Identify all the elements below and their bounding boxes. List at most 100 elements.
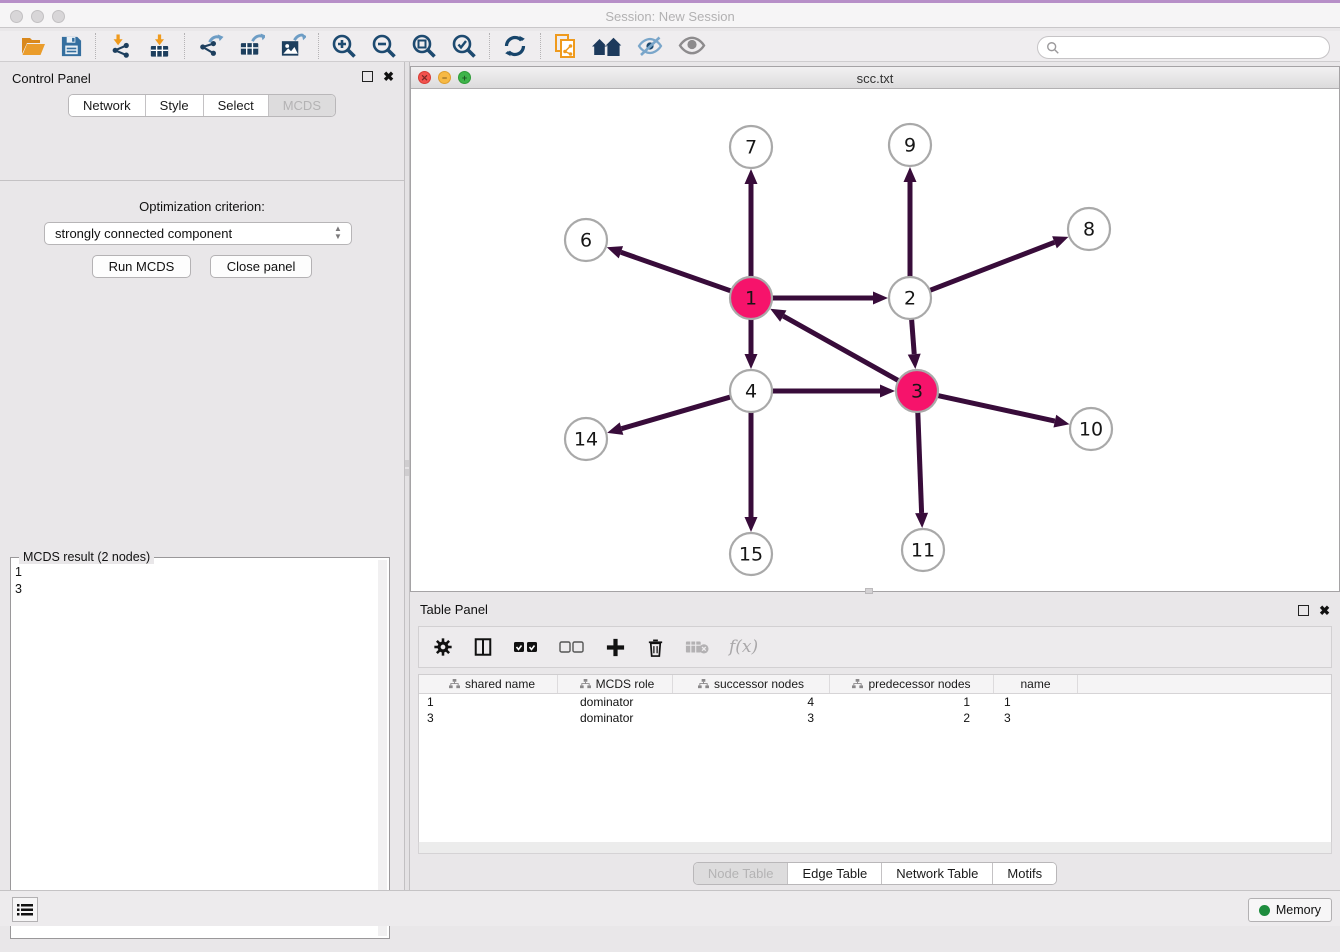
graph-node-14[interactable]: 14	[565, 418, 607, 460]
duplicate-network-icon[interactable]	[553, 33, 577, 59]
import-network-icon[interactable]	[108, 33, 133, 59]
result-scrollbar[interactable]	[378, 560, 387, 936]
network-graph: 7 9 6 8 1 2 4 3 14 10 15 11	[411, 89, 1339, 591]
export-table-icon[interactable]	[238, 33, 265, 59]
float-table-panel-icon[interactable]	[1298, 605, 1309, 616]
edge-4-3[interactable]	[770, 385, 895, 398]
save-session-icon[interactable]	[60, 35, 83, 58]
close-panel-button[interactable]: Close panel	[210, 255, 313, 278]
splitter-handle[interactable]	[405, 460, 409, 467]
tab-network-table[interactable]: Network Table	[882, 863, 993, 884]
show-task-history-button[interactable]	[12, 897, 38, 922]
graph-node-2[interactable]: 2	[889, 277, 931, 319]
graph-node-6[interactable]: 6	[565, 219, 607, 261]
table-row[interactable]: 3dominator323	[419, 710, 1331, 726]
memory-status-icon	[1259, 905, 1270, 916]
tab-style[interactable]: Style	[146, 95, 204, 116]
close-table-panel-icon[interactable]: ✖	[1319, 605, 1330, 616]
show-all-icon[interactable]	[678, 35, 706, 57]
criterion-dropdown[interactable]: strongly connected component ▲▼	[44, 222, 352, 245]
delete-table-icon[interactable]	[685, 639, 709, 655]
column-header-shared-name[interactable]: shared name	[419, 675, 558, 693]
column-header-successor-nodes[interactable]: successor nodes	[673, 675, 830, 693]
graph-node-1[interactable]: 1	[730, 277, 772, 319]
float-panel-icon[interactable]	[362, 71, 373, 82]
mcds-result-text[interactable]: 13	[15, 564, 375, 934]
first-neighbors-icon[interactable]	[591, 34, 622, 58]
tab-mcds[interactable]: MCDS	[269, 95, 335, 116]
zoom-fit-icon[interactable]	[411, 33, 437, 59]
edge-4-14[interactable]	[607, 396, 733, 435]
network-window-titlebar[interactable]: ✕ − + scc.txt	[411, 67, 1339, 89]
table-horizontal-scrollbar[interactable]	[418, 842, 1332, 854]
column-header-predecessor-nodes[interactable]: predecessor nodes	[830, 675, 994, 693]
table-cell[interactable]: 3	[994, 711, 1078, 725]
graph-node-7[interactable]: 7	[730, 126, 772, 168]
network-view-window: ✕ − + scc.txt 7 9 6 8 1 2 4 3 14 10 15 11	[410, 66, 1340, 592]
memory-button[interactable]: Memory	[1248, 898, 1332, 922]
hide-selected-icon[interactable]	[636, 34, 664, 58]
app-titlebar: Session: New Session	[0, 0, 1340, 28]
table-cell[interactable]: 1	[830, 695, 994, 709]
edge-3-11[interactable]	[915, 410, 928, 528]
edge-3-10[interactable]	[936, 395, 1070, 427]
table-cell[interactable]: dominator	[558, 695, 673, 709]
column-chooser-icon[interactable]	[473, 637, 493, 657]
table-cell[interactable]: 1	[994, 695, 1078, 709]
edge-2-3[interactable]	[908, 317, 921, 369]
edge-1-7[interactable]	[745, 169, 758, 279]
tab-network[interactable]: Network	[69, 95, 146, 116]
tab-select[interactable]: Select	[204, 95, 269, 116]
column-type-icon	[698, 679, 709, 690]
edge-3-1[interactable]	[770, 309, 900, 382]
graph-node-4[interactable]: 4	[730, 370, 772, 412]
table-panel: Table Panel ✖ f(x)	[410, 596, 1340, 890]
import-table-icon[interactable]	[147, 33, 172, 59]
horizontal-splitter-handle[interactable]	[865, 588, 873, 594]
column-header-name[interactable]: name	[994, 675, 1078, 693]
svg-text:6: 6	[580, 230, 592, 252]
column-type-icon	[449, 679, 460, 690]
table-cell[interactable]: 3	[419, 711, 558, 725]
table-cell[interactable]: 3	[673, 711, 830, 725]
graph-node-8[interactable]: 8	[1068, 208, 1110, 250]
table-cell[interactable]: 4	[673, 695, 830, 709]
settings-gear-icon[interactable]	[433, 637, 453, 657]
zoom-out-icon[interactable]	[371, 33, 397, 59]
edge-1-6[interactable]	[607, 246, 733, 292]
edge-1-4[interactable]	[745, 317, 758, 369]
column-header-mcds-role[interactable]: MCDS role	[558, 675, 673, 693]
table-cell[interactable]: 2	[830, 711, 994, 725]
edge-1-2[interactable]	[770, 292, 888, 305]
graph-node-15[interactable]: 15	[730, 533, 772, 575]
table-cell[interactable]: 1	[419, 695, 558, 709]
export-network-icon[interactable]	[197, 33, 224, 59]
edge-2-9[interactable]	[904, 167, 917, 279]
export-image-icon[interactable]	[279, 33, 306, 59]
zoom-selected-icon[interactable]	[451, 33, 477, 59]
select-all-icon[interactable]	[513, 640, 539, 654]
graph-node-10[interactable]: 10	[1070, 408, 1112, 450]
delete-column-icon[interactable]	[646, 637, 665, 658]
graph-node-9[interactable]: 9	[889, 124, 931, 166]
tab-edge-table[interactable]: Edge Table	[788, 863, 882, 884]
search-input[interactable]	[1060, 39, 1329, 57]
table-row[interactable]: 1dominator411	[419, 694, 1331, 710]
close-panel-icon[interactable]: ✖	[383, 71, 394, 82]
add-column-icon[interactable]	[605, 637, 626, 658]
open-session-icon[interactable]	[20, 34, 46, 58]
search-field[interactable]	[1037, 36, 1330, 59]
tab-motifs[interactable]: Motifs	[993, 863, 1056, 884]
edge-2-8[interactable]	[928, 236, 1069, 291]
function-builder-icon[interactable]: f(x)	[729, 637, 758, 657]
deselect-all-icon[interactable]	[559, 640, 585, 654]
run-mcds-button[interactable]: Run MCDS	[92, 255, 192, 278]
network-canvas[interactable]: 7 9 6 8 1 2 4 3 14 10 15 11	[411, 89, 1339, 591]
zoom-in-icon[interactable]	[331, 33, 357, 59]
tab-node-table[interactable]: Node Table	[694, 863, 789, 884]
refresh-layout-icon[interactable]	[502, 33, 528, 59]
graph-node-3[interactable]: 3	[896, 370, 938, 412]
graph-node-11[interactable]: 11	[902, 529, 944, 571]
edge-4-15[interactable]	[745, 410, 758, 532]
table-cell[interactable]: dominator	[558, 711, 673, 725]
